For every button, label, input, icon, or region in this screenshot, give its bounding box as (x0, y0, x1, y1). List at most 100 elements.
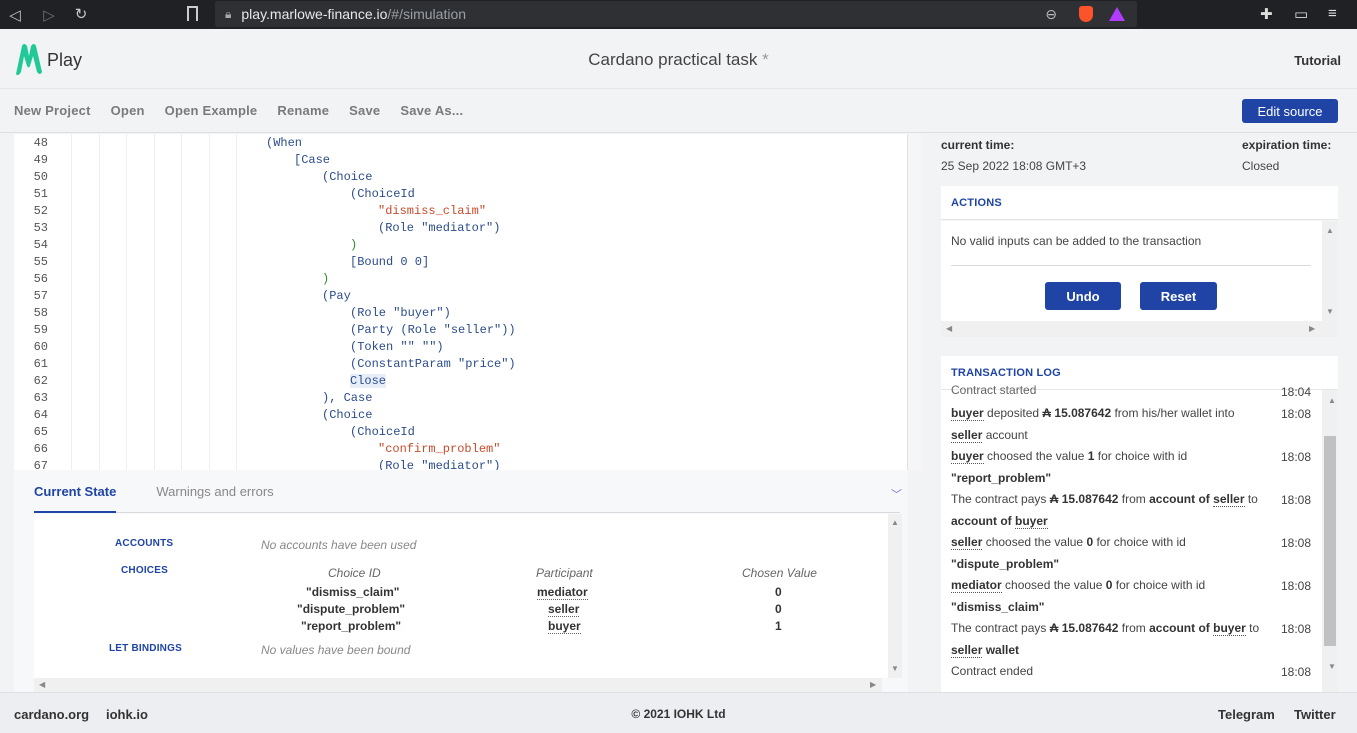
state-vertical-scrollbar[interactable]: ▲ ▼ (888, 514, 902, 678)
code-line[interactable]: (Choice (322, 408, 372, 422)
log-text: Contract started (951, 383, 1037, 397)
accounts-label: ACCOUNTS (115, 538, 174, 549)
telegram-link[interactable]: Telegram (1218, 707, 1275, 722)
forward-icon[interactable]: ▷ (34, 6, 64, 24)
line-number: 54 (33, 238, 48, 252)
undo-button[interactable]: Undo (1045, 282, 1121, 310)
line-number: 63 (33, 391, 48, 405)
scroll-left-icon[interactable]: ◀ (946, 324, 952, 333)
expiration-time-value: Closed (1242, 159, 1280, 173)
state-horizontal-scrollbar[interactable]: ◀ ▶ (34, 678, 882, 692)
url-path: /#/simulation (387, 6, 467, 22)
current-time-label: current time: (941, 138, 1015, 152)
code-line[interactable]: "confirm_problem" (378, 442, 500, 456)
log-entry: Contract ended (951, 661, 1281, 683)
tab-current-state[interactable]: Current State (34, 484, 116, 499)
actions-scrollbar[interactable]: ▲ ▼ (1322, 221, 1338, 321)
reset-button[interactable]: Reset (1140, 282, 1217, 310)
tab-warnings-errors[interactable]: Warnings and errors (156, 484, 273, 499)
line-number: 64 (33, 408, 48, 422)
code-line[interactable]: ) (350, 238, 357, 252)
code-line[interactable]: ), Case (322, 391, 372, 405)
copyright: © 2021 IOHK Ltd (631, 707, 726, 721)
log-text: Contract ended (951, 664, 1034, 678)
log-entry: mediator choosed the value 0 for choice … (951, 578, 1206, 614)
code-line[interactable]: (ChoiceId (350, 425, 415, 439)
zoom-icon[interactable]: ⊖ (1045, 6, 1057, 23)
scroll-up-icon[interactable]: ▲ (1326, 226, 1334, 235)
tab-divider (34, 512, 900, 513)
log-time: 18:04 (1281, 385, 1312, 399)
line-number: 66 (33, 442, 48, 456)
code-line[interactable]: (Choice (322, 170, 372, 184)
scroll-down-icon[interactable]: ▼ (1326, 307, 1334, 316)
scroll-right-icon[interactable]: ▶ (870, 680, 876, 689)
line-number: 48 (33, 136, 48, 150)
open-button[interactable]: Open (111, 103, 145, 118)
browser-toolbar: ◁ ▷ ↻ 🔒︎ play.marlowe-finance.io/#/simul… (0, 0, 1357, 29)
log-source: account of seller (1149, 492, 1245, 507)
line-number: 55 (33, 255, 48, 269)
line-number: 58 (33, 306, 48, 320)
open-example-button[interactable]: Open Example (165, 103, 258, 118)
extensions-icon[interactable]: ✚ (1260, 5, 1273, 23)
scroll-up-icon[interactable]: ▲ (1328, 396, 1336, 405)
code-line[interactable]: (Token "" "") (350, 340, 444, 354)
edit-source-button[interactable]: Edit source (1242, 99, 1338, 123)
bookmark-icon[interactable] (187, 6, 198, 21)
code-line[interactable]: (Pay (322, 289, 351, 303)
code-line[interactable]: (Role "mediator") (378, 221, 500, 235)
actions-header: ACTIONS (941, 186, 1338, 220)
code-line[interactable]: (Role "buyer") (350, 306, 451, 320)
brave-rewards-icon[interactable] (1109, 7, 1125, 21)
code-line[interactable]: (When (266, 136, 302, 150)
log-scrollbar-thumb[interactable] (1324, 436, 1336, 646)
code-line[interactable]: (Party (Role "seller")) (350, 323, 516, 337)
code-line[interactable]: (ChoiceId (350, 187, 415, 201)
log-party: seller (951, 535, 983, 550)
lock-icon: 🔒︎ (225, 6, 232, 21)
simulation-sidebar: current time: 25 Sep 2022 18:08 GMT+3 ex… (922, 134, 1357, 692)
brave-shield-icon[interactable] (1079, 6, 1093, 22)
twitter-link[interactable]: Twitter (1294, 707, 1336, 722)
code-line[interactable]: [Case (294, 153, 330, 167)
editor-scrollbar[interactable] (908, 134, 922, 470)
line-number: 49 (33, 153, 48, 167)
code-line[interactable]: [Bound 0 0] (350, 255, 429, 269)
code-line[interactable]: (Role "mediator") (378, 459, 500, 470)
rename-button[interactable]: Rename (277, 103, 329, 118)
log-choice-id: "dismiss_claim" (951, 599, 1045, 614)
menu-icon[interactable]: ≡ (1328, 5, 1337, 22)
actions-hscrollbar[interactable]: ◀ ▶ (941, 321, 1338, 337)
scroll-down-icon[interactable]: ▼ (891, 664, 899, 673)
scroll-right-icon[interactable]: ▶ (1309, 324, 1315, 333)
new-project-button[interactable]: New Project (14, 103, 91, 118)
code-line[interactable]: "dismiss_claim" (378, 204, 486, 218)
reload-icon[interactable]: ↻ (66, 5, 96, 23)
line-number: 50 (33, 170, 48, 184)
actions-body: No valid inputs can be added to the tran… (941, 221, 1322, 321)
project-name: Cardano practical task (588, 50, 758, 69)
code-line[interactable]: ) (322, 272, 329, 286)
line-number: 65 (33, 425, 48, 439)
unsaved-marker: * (762, 50, 769, 69)
chevron-down-icon[interactable]: ﹀ (891, 486, 902, 502)
tutorial-link[interactable]: Tutorial (1294, 53, 1341, 68)
url-host: play.marlowe-finance.io (241, 6, 388, 22)
code-line-cursor[interactable]: Close (350, 374, 387, 388)
save-as-button[interactable]: Save As... (400, 103, 463, 118)
scroll-up-icon[interactable]: ▲ (891, 518, 899, 527)
choice-id: "report_problem" (301, 619, 402, 633)
scroll-down-icon[interactable]: ▼ (1328, 662, 1336, 671)
log-entry: buyer deposited ₳ 15.087642 from his/her… (951, 406, 1235, 443)
code-line[interactable]: (ConstantParam "price") (350, 357, 516, 371)
save-button[interactable]: Save (349, 103, 380, 118)
scroll-left-icon[interactable]: ◀ (39, 680, 45, 689)
participant-header: Participant (536, 566, 593, 580)
log-party: mediator (951, 578, 1002, 593)
address-bar[interactable]: 🔒︎ play.marlowe-finance.io/#/simulation … (215, 1, 1137, 27)
code-editor[interactable]: 48 49 50 51 52 53 54 55 56 57 58 59 60 6… (14, 134, 908, 470)
wallet-icon[interactable]: ▭ (1294, 5, 1308, 23)
simulation-state-panel: Current State Warnings and errors ﹀ ACCO… (14, 470, 908, 692)
back-icon[interactable]: ◁ (0, 6, 30, 24)
